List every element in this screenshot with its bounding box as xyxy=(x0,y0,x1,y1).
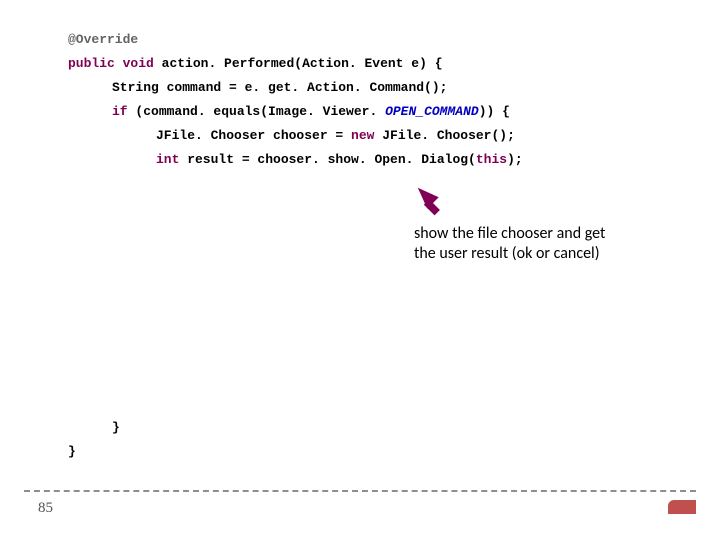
code-line-signature: public void action. Performed(Action. Ev… xyxy=(68,52,720,76)
footer-accent xyxy=(668,500,696,514)
code-line-close-method: } xyxy=(68,440,720,464)
code-line-chooser: JFile. Chooser chooser = new JFile. Choo… xyxy=(68,124,720,148)
arrow-icon xyxy=(414,184,452,222)
divider-line xyxy=(24,490,696,492)
page-number: 85 xyxy=(38,500,53,517)
code-line-command: String command = e. get. Action. Command… xyxy=(68,76,720,100)
code-line-close-if: } xyxy=(68,416,720,440)
code-line-annotation: @Override xyxy=(68,28,720,52)
code-line-if: if (command. equals(Image. Viewer. OPEN_… xyxy=(68,100,720,124)
code-line-result: int result = chooser. show. Open. Dialog… xyxy=(68,148,720,172)
callout-text: show the file chooser and get the user r… xyxy=(414,224,629,264)
